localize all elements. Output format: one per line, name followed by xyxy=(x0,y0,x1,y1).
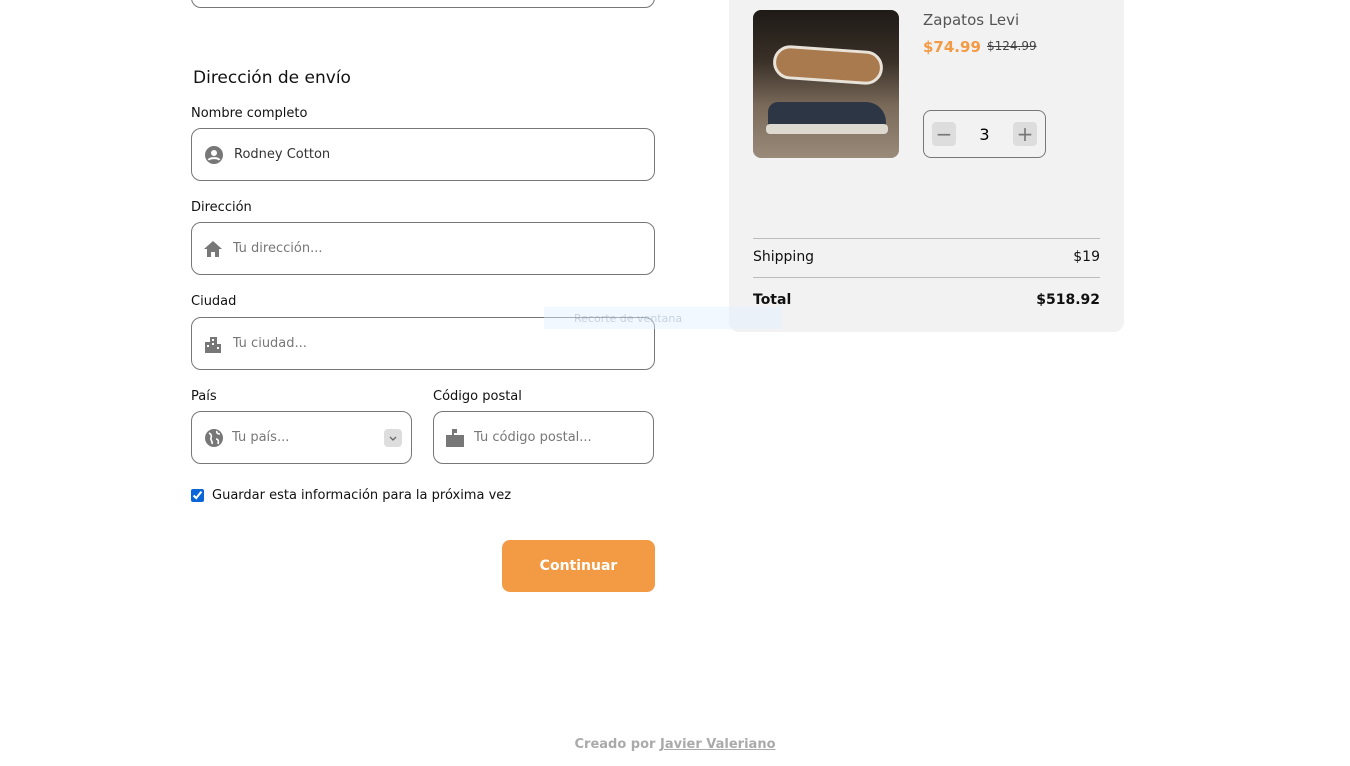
city-icon xyxy=(204,334,223,354)
country-select[interactable]: Tu país... xyxy=(191,411,412,464)
total-label: Total xyxy=(753,292,792,308)
address-field[interactable] xyxy=(191,222,655,275)
previous-field[interactable] xyxy=(191,0,655,8)
country-label: País xyxy=(191,389,217,404)
save-info-checkbox[interactable] xyxy=(191,489,204,502)
product-price: $74.99 xyxy=(923,38,981,56)
mailbox-icon xyxy=(446,428,464,448)
divider xyxy=(753,277,1100,278)
decrease-quantity-button[interactable]: − xyxy=(932,122,956,146)
address-label: Dirección xyxy=(191,200,252,215)
product-original-price: $124.99 xyxy=(987,39,1037,53)
window-snip-overlay: Recorte de ventana xyxy=(544,307,782,329)
postal-input[interactable] xyxy=(474,430,653,445)
shipping-label: Shipping xyxy=(753,249,815,265)
footer-prefix: Creado por xyxy=(574,737,656,752)
postal-label: Código postal xyxy=(433,389,522,404)
product-image xyxy=(753,10,899,158)
city-label: Ciudad xyxy=(191,294,237,309)
home-icon xyxy=(204,239,223,259)
user-circle-icon xyxy=(204,145,224,165)
total-value: $518.92 xyxy=(1036,292,1100,308)
footer: Creado por Javier Valeriano xyxy=(0,737,1350,752)
globe-icon xyxy=(204,428,224,448)
quantity-value: 3 xyxy=(979,124,990,144)
window-snip-label: Recorte de ventana xyxy=(574,311,683,325)
section-title: Dirección de envío xyxy=(193,68,351,88)
save-info-checkbox-row[interactable]: Guardar esta información para la próxima… xyxy=(191,488,511,503)
increase-quantity-button[interactable]: + xyxy=(1013,122,1037,146)
product-name: Zapatos Levi xyxy=(923,11,1020,29)
continue-button[interactable]: Continuar xyxy=(502,540,655,592)
postal-field[interactable] xyxy=(433,411,654,464)
chevron-down-icon[interactable] xyxy=(384,429,402,447)
address-input[interactable] xyxy=(232,241,654,256)
author-link[interactable]: Javier Valeriano xyxy=(660,737,776,752)
divider xyxy=(753,238,1100,239)
full-name-field[interactable]: Rodney Cotton xyxy=(191,128,655,181)
full-name-value: Rodney Cotton xyxy=(234,147,331,162)
save-info-label: Guardar esta información para la próxima… xyxy=(212,488,512,503)
country-placeholder: Tu país... xyxy=(232,430,290,445)
city-input[interactable] xyxy=(232,336,654,351)
shipping-value: $19 xyxy=(1073,249,1100,265)
quantity-stepper[interactable]: − 3 + xyxy=(923,110,1046,158)
full-name-label: Nombre completo xyxy=(191,106,308,121)
